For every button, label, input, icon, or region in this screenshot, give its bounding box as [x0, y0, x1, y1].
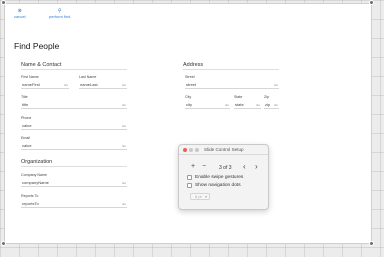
email-value: value — [22, 143, 32, 148]
reports-to-value: reportsTo — [22, 201, 39, 206]
field-clear-icon: Ex — [256, 103, 260, 107]
state-field[interactable]: state Ex — [234, 102, 261, 109]
section-title-organization: Organization — [21, 159, 53, 165]
zip-label: Zip — [264, 95, 269, 99]
first-name-value: nameFirst — [22, 82, 40, 87]
panel-title: Slide Control Setup — [204, 147, 244, 152]
field-clear-icon: Ex — [64, 83, 68, 87]
title-label: Title — [21, 95, 28, 99]
slide-control-setup-panel: Slide Control Setup + − 3 of 3 ‹ › Enabl… — [178, 144, 269, 210]
panel-title-bar[interactable]: Slide Control Setup — [179, 145, 268, 155]
dot-size-select[interactable]: 8 pt ▾ — [190, 193, 210, 200]
close-window-icon[interactable] — [183, 148, 187, 152]
field-clear-icon: Ex — [274, 103, 278, 107]
first-name-field[interactable]: nameFirst Ex — [21, 82, 69, 89]
cancel-button[interactable]: ⊗ cancel — [14, 9, 26, 19]
page-title: Find People — [14, 41, 60, 51]
reports-to-field[interactable]: reportsTo Ex — [21, 201, 127, 208]
company-name-value: companyName — [22, 180, 49, 185]
next-slide-button[interactable]: › — [255, 163, 258, 171]
chevron-down-icon: ▾ — [204, 194, 207, 199]
phone-value: value — [22, 123, 32, 128]
phone-label: Phone — [21, 116, 32, 120]
title-field[interactable]: title Ex — [21, 102, 127, 109]
section-title-name-contact: Name & Contact — [21, 62, 62, 68]
enable-swipe-gestures-option[interactable]: Enable swipe gestures — [187, 175, 243, 180]
last-name-label: Last Name — [79, 75, 97, 79]
perform-find-button[interactable]: ⚲ perform find — [49, 9, 70, 19]
first-name-label: First Name — [21, 75, 39, 79]
company-name-label: Company Name — [21, 173, 47, 177]
section-title-address: Address — [183, 62, 204, 68]
slide-page-counter: 3 of 3 — [219, 165, 232, 171]
enable-swipe-checkbox[interactable] — [187, 175, 192, 180]
enable-swipe-label: Enable swipe gestures — [195, 175, 244, 180]
field-clear-icon: Ex — [122, 83, 126, 87]
show-navigation-dots-option[interactable]: Show navigation dots — [187, 183, 241, 188]
field-clear-icon: Ex — [122, 124, 126, 128]
street-label: Street — [185, 75, 195, 79]
street-field[interactable]: street Ex — [185, 82, 279, 89]
resize-handle[interactable] — [1, 241, 6, 246]
last-name-value: nameLast — [80, 82, 98, 87]
field-clear-icon: Ex — [274, 83, 278, 87]
minimize-window-icon[interactable] — [189, 148, 193, 152]
section-divider — [21, 166, 127, 167]
street-value: street — [186, 82, 197, 87]
show-dots-label: Show navigation dots — [195, 183, 241, 188]
last-name-field[interactable]: nameLast Ex — [79, 82, 127, 89]
show-dots-checkbox[interactable] — [187, 183, 192, 188]
zip-value: zip — [265, 102, 271, 107]
email-label: Email — [21, 136, 30, 140]
dot-size-value: 8 pt — [195, 194, 202, 199]
phone-field[interactable]: value Ex — [21, 123, 127, 130]
state-label: State — [234, 95, 243, 99]
resize-handle[interactable] — [369, 241, 374, 246]
field-clear-icon: Ex — [122, 144, 126, 148]
field-clear-icon: Ex — [122, 202, 126, 206]
state-value: state — [235, 102, 244, 107]
city-field[interactable]: city Ex — [185, 102, 230, 109]
perform-find-button-label: perform find — [49, 14, 71, 19]
zoom-window-icon[interactable] — [195, 148, 199, 152]
field-clear-icon: Ex — [225, 103, 229, 107]
add-slide-button[interactable]: + — [191, 163, 195, 170]
section-divider — [183, 69, 279, 70]
previous-slide-button[interactable]: ‹ — [243, 163, 246, 171]
email-field[interactable]: value Ex — [21, 143, 127, 150]
city-value: city — [186, 102, 192, 107]
title-value: title — [22, 102, 29, 107]
field-clear-icon: Ex — [122, 103, 126, 107]
reports-to-label: Reports To — [21, 194, 39, 198]
field-clear-icon: Ex — [122, 181, 126, 185]
resize-handle[interactable] — [369, 0, 374, 5]
cancel-button-label: cancel — [14, 14, 26, 19]
resize-handle[interactable] — [1, 0, 6, 5]
company-name-field[interactable]: companyName Ex — [21, 180, 127, 187]
zip-field[interactable]: zip Ex — [264, 102, 279, 109]
section-divider — [21, 69, 127, 70]
city-label: City — [185, 95, 192, 99]
remove-slide-button[interactable]: − — [202, 163, 206, 170]
